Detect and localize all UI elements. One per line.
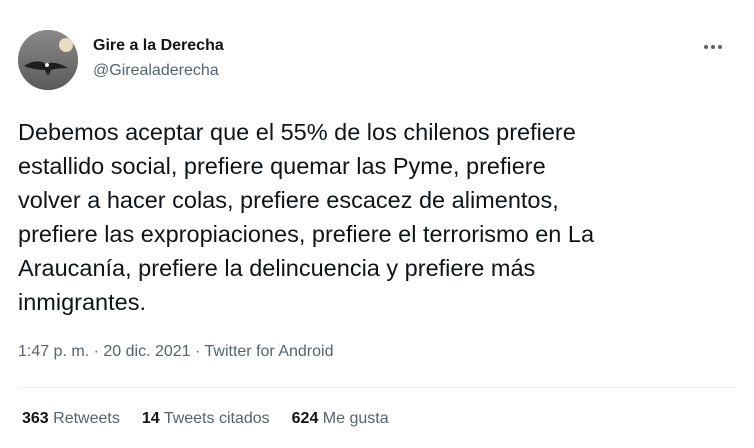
meta-separator: · bbox=[195, 343, 201, 360]
divider bbox=[18, 387, 736, 388]
author-name[interactable]: Gire a la Derecha bbox=[93, 37, 224, 55]
tweet-time-link[interactable]: 1:47 p. m. · 20 dic. 2021 bbox=[18, 343, 191, 360]
retweets-count: 363 bbox=[22, 410, 49, 427]
quote-tweets-stat[interactable]: 14 Tweets citados bbox=[142, 410, 270, 428]
tweet-card: Gire a la Derecha @Girealaderecha Debemo… bbox=[0, 0, 754, 448]
dot bbox=[711, 45, 715, 49]
tweet-time: 1:47 p. m. bbox=[18, 343, 90, 360]
condor-moon-avatar-icon bbox=[18, 30, 78, 90]
tweet-date: 20 dic. 2021 bbox=[103, 343, 191, 360]
likes-label: Me gusta bbox=[322, 410, 389, 427]
retweets-label: Retweets bbox=[53, 410, 120, 427]
avatar[interactable] bbox=[18, 30, 78, 90]
likes-stat[interactable]: 624 Me gusta bbox=[292, 410, 389, 428]
tweet-source-link[interactable]: Twitter for Android bbox=[205, 343, 334, 360]
meta-separator: · bbox=[93, 343, 99, 360]
dot bbox=[718, 45, 722, 49]
tweet-stats: 363 Retweets 14 Tweets citados 624 Me gu… bbox=[22, 410, 389, 428]
retweets-stat[interactable]: 363 Retweets bbox=[22, 410, 120, 428]
quotes-label: Tweets citados bbox=[163, 410, 270, 427]
quotes-count: 14 bbox=[141, 410, 160, 427]
tweet-text: Debemos aceptar que el 55% de los chilen… bbox=[18, 119, 595, 315]
author-handle[interactable]: @Girealaderecha bbox=[93, 62, 219, 80]
likes-count: 624 bbox=[291, 410, 319, 427]
more-options-icon[interactable] bbox=[700, 36, 726, 58]
tweet-meta: 1:47 p. m. · 20 dic. 2021 · Twitter for … bbox=[18, 343, 333, 361]
dot bbox=[704, 45, 708, 49]
